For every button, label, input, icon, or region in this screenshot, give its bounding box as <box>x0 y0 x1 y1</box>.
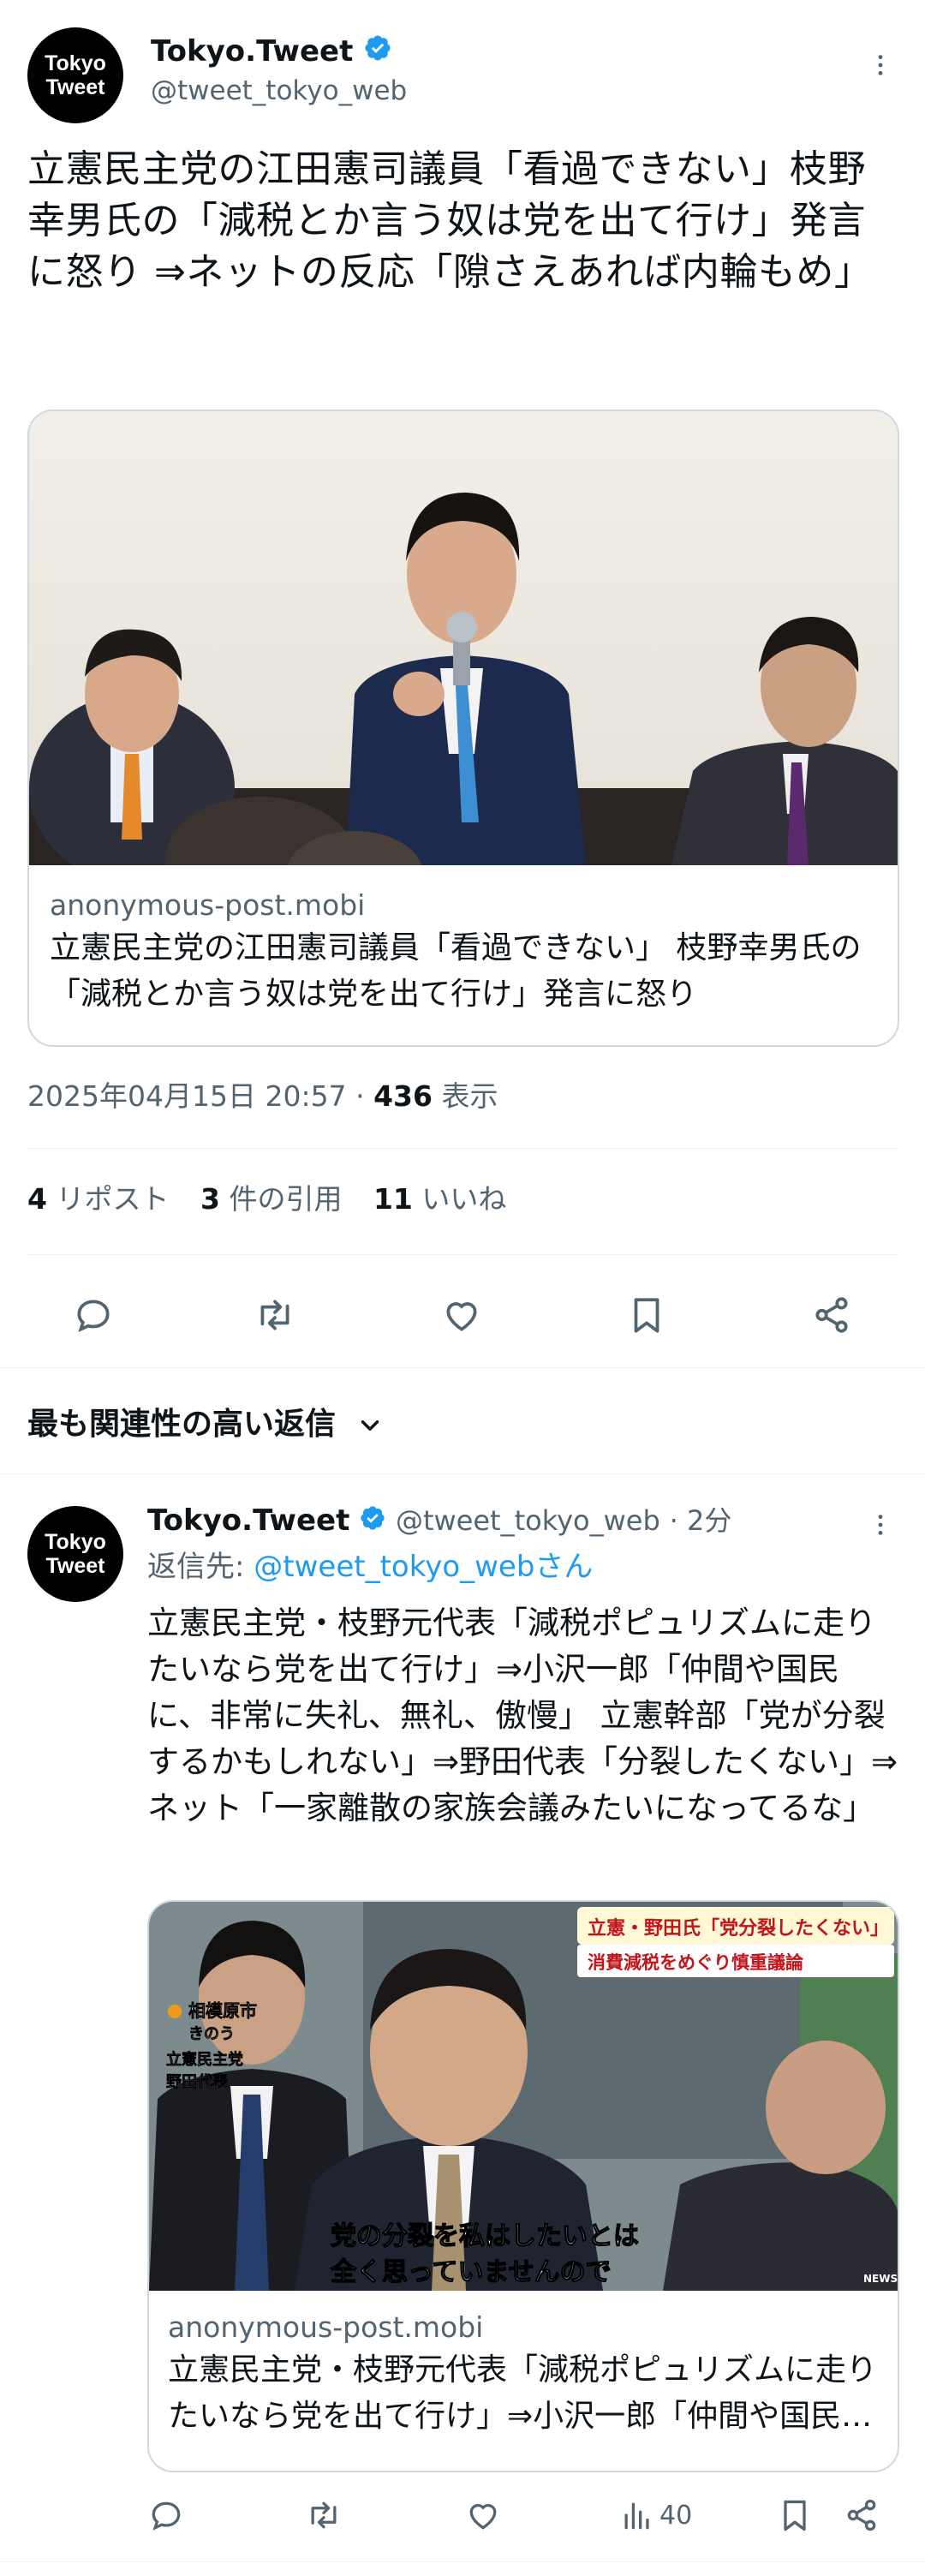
retweet-icon[interactable] <box>305 2496 343 2534</box>
reply-avatar[interactable]: Tokyo Tweet <box>27 1506 123 1602</box>
replies-sort-button[interactable]: 最も関連性の高い返信 <box>27 1405 385 1444</box>
news-logo-text: NEWS <box>863 2273 898 2285</box>
reposts-stat[interactable]: 4 リポスト <box>27 1182 178 1216</box>
more-icon[interactable] <box>867 1511 894 1539</box>
reply-card-title: 立憲民主党・枝野元代表「減税ポピュリズムに走りたいなら党を出て行け」⇒小沢一郎「… <box>168 2352 878 2434</box>
reply-time[interactable]: · 2分 <box>670 1504 732 1537</box>
bookmark-icon[interactable] <box>625 1294 668 1336</box>
tweet-text: 立憲民主党の江田憲司議員「看過できない」枝野幸男氏の「減税とか言う奴は党を出て行… <box>27 147 873 294</box>
timestamp[interactable]: 2025年04月15日 20:57 <box>27 1079 347 1113</box>
person-text: 野田代表 <box>166 2072 229 2091</box>
views-label: 表示 <box>441 1079 498 1113</box>
quotes-stat[interactable]: 3 件の引用 <box>200 1182 351 1216</box>
date-text: きのう <box>188 2025 235 2043</box>
tweet-meta: 2025年04月15日 20:57 · 436 表示 <box>27 1079 498 1113</box>
more-icon[interactable] <box>867 51 894 79</box>
reply-icon[interactable] <box>72 1294 115 1336</box>
banner-top-text: 立憲・野田氏「党分裂したくない」 <box>588 1917 889 1939</box>
views-count: 436 <box>373 1079 433 1113</box>
views-button[interactable]: 40 <box>618 2496 692 2534</box>
avatar[interactable]: Tokyo Tweet <box>27 27 123 123</box>
reply-display-name[interactable]: Tokyo.Tweet <box>147 1503 349 1538</box>
display-name[interactable]: Tokyo.Tweet <box>151 33 392 72</box>
reply-card-domain: anonymous-post.mobi <box>168 2310 484 2344</box>
chevron-down-icon <box>355 1411 385 1440</box>
reply-to: 返信先: @tweet_tokyo_webさん <box>147 1550 594 1584</box>
verified-icon <box>359 1503 386 1542</box>
divider <box>0 1367 925 1368</box>
party-text: 立憲民主党 <box>166 2050 243 2069</box>
reply-text: 立憲民主党・枝野元代表「減税ポピュリズムに走りたいなら党を出て行け」⇒小沢一郎「… <box>147 1605 898 1826</box>
caption-line-2: 全く思っていませんので <box>330 2257 612 2287</box>
card-title: 立憲民主党の江田憲司議員「看過できない」 枝野幸男氏の「減税とか言う奴は党を出て… <box>50 930 862 1012</box>
divider <box>27 1254 898 1255</box>
location-text: 相模原市 <box>188 2000 257 2021</box>
reply-handle[interactable]: @tweet_tokyo_web <box>396 1504 660 1537</box>
retweet-icon[interactable] <box>254 1294 296 1336</box>
share-icon[interactable] <box>810 1294 853 1336</box>
divider <box>0 1473 925 1474</box>
reply-header: Tokyo.Tweet @tweet_tokyo_web · 2分 <box>147 1501 731 1542</box>
divider <box>0 2561 925 2562</box>
banner-bottom-text: 消費減税をめぐり慎重議論 <box>588 1952 804 1973</box>
like-icon[interactable] <box>440 1294 483 1336</box>
handle[interactable]: @tweet_tokyo_web <box>151 74 407 108</box>
reply-link-card[interactable]: 立憲・野田氏「党分裂したくない」 消費減税をめぐり慎重議論 相模原市 きのう 立… <box>147 1900 899 2472</box>
divider <box>27 1148 898 1149</box>
bookmark-icon[interactable] <box>776 2496 814 2534</box>
reply-to-link[interactable]: @tweet_tokyo_webさん <box>254 1550 593 1584</box>
like-icon[interactable] <box>464 2496 502 2534</box>
stats-row: 4 リポスト 3 件の引用 11 いいね <box>27 1180 506 1218</box>
views-icon <box>618 2496 656 2534</box>
card-domain: anonymous-post.mobi <box>50 888 366 922</box>
share-icon[interactable] <box>843 2496 880 2534</box>
verified-icon <box>363 33 392 72</box>
views-count: 40 <box>659 2500 693 2531</box>
likes-stat[interactable]: 11 いいね <box>373 1182 506 1216</box>
card-image <box>29 411 898 865</box>
reply-icon[interactable] <box>147 2496 185 2534</box>
link-card[interactable]: anonymous-post.mobi 立憲民主党の江田憲司議員「看過できない」… <box>27 409 899 1047</box>
reply-card-image: 立憲・野田氏「党分裂したくない」 消費減税をめぐり慎重議論 相模原市 きのう 立… <box>149 1902 898 2291</box>
caption-line-1: 党の分裂を私はしたいとは <box>331 2221 639 2251</box>
